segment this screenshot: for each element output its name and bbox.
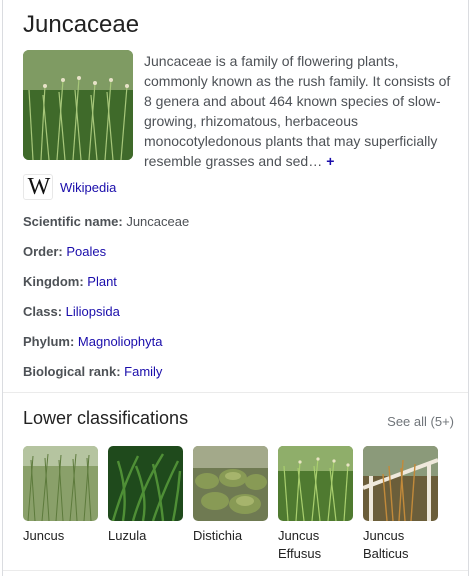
label-line-1: Juncus <box>278 528 320 543</box>
classification-item[interactable]: Juncus <box>23 446 98 563</box>
description: Juncaceae is a family of flowering plant… <box>144 51 459 171</box>
fact-value-link[interactable]: Family <box>124 364 162 379</box>
fact-value-link[interactable]: Poales <box>66 244 106 259</box>
thumbnail-image <box>278 446 353 521</box>
fact-order: Order: Poales <box>23 244 106 259</box>
source-row: W Wikipedia <box>23 174 116 200</box>
fact-scientific-name: Scientific name: Juncaceae <box>23 214 189 229</box>
classification-item[interactable]: Juncus Balticus <box>363 446 438 563</box>
thumbnail-image <box>363 446 438 521</box>
fact-value: Juncaceae <box>126 214 190 229</box>
wikipedia-link[interactable]: Wikipedia <box>60 180 116 195</box>
fact-key: Scientific name: <box>23 214 123 229</box>
knowledge-panel: Juncaceae Juncaceae is a family of flowe… <box>2 0 469 576</box>
fact-value-link[interactable]: Liliopsida <box>66 304 120 319</box>
fact-key: Class: <box>23 304 63 319</box>
label-line-2: Effusus <box>278 546 322 561</box>
classification-item[interactable]: Distichia <box>193 446 268 563</box>
fact-kingdom: Kingdom: Plant <box>23 274 117 289</box>
classification-label: Luzula <box>108 527 183 545</box>
thumbnail-image <box>23 446 98 521</box>
classification-item[interactable]: Juncus Effusus <box>278 446 353 563</box>
fact-biological-rank: Biological rank: Family <box>23 364 162 379</box>
see-all-link[interactable]: See all (5+) <box>387 414 454 429</box>
plus-icon[interactable]: + <box>326 153 334 169</box>
label-line-2: Balticus <box>363 546 409 561</box>
classification-label: Distichia <box>193 527 268 545</box>
classification-label: Juncus <box>23 527 98 545</box>
classification-thumbnails: Juncus Luzula Distichia Juncus Effusus J… <box>23 446 438 563</box>
classification-item[interactable]: Luzula <box>108 446 183 563</box>
thumbnail-image <box>193 446 268 521</box>
divider <box>3 570 468 571</box>
fact-key: Order: <box>23 244 63 259</box>
fact-phylum: Phylum: Magnoliophyta <box>23 334 162 349</box>
panel-title: Juncaceae <box>23 11 140 38</box>
divider <box>3 392 468 393</box>
label-line-1: Juncus <box>363 528 405 543</box>
classification-label: Juncus Balticus <box>363 527 438 563</box>
section-title: Lower classifications <box>23 408 189 428</box>
fact-value-link[interactable]: Plant <box>87 274 117 289</box>
description-text: Juncaceae is a family of flowering plant… <box>144 53 451 169</box>
fact-key: Kingdom: <box>23 274 84 289</box>
label-line-1: Luzula <box>108 528 147 543</box>
wikipedia-logo-icon: W <box>23 174 53 200</box>
fact-value-link[interactable]: Magnoliophyta <box>78 334 163 349</box>
hero-image[interactable] <box>23 50 133 160</box>
fact-key: Phylum: <box>23 334 75 349</box>
classification-label: Juncus Effusus <box>278 527 353 563</box>
label-line-1: Distichia <box>193 528 243 543</box>
thumbnail-image <box>108 446 183 521</box>
fact-key: Biological rank: <box>23 364 121 379</box>
fact-class: Class: Liliopsida <box>23 304 120 319</box>
label-line-1: Juncus <box>23 528 65 543</box>
